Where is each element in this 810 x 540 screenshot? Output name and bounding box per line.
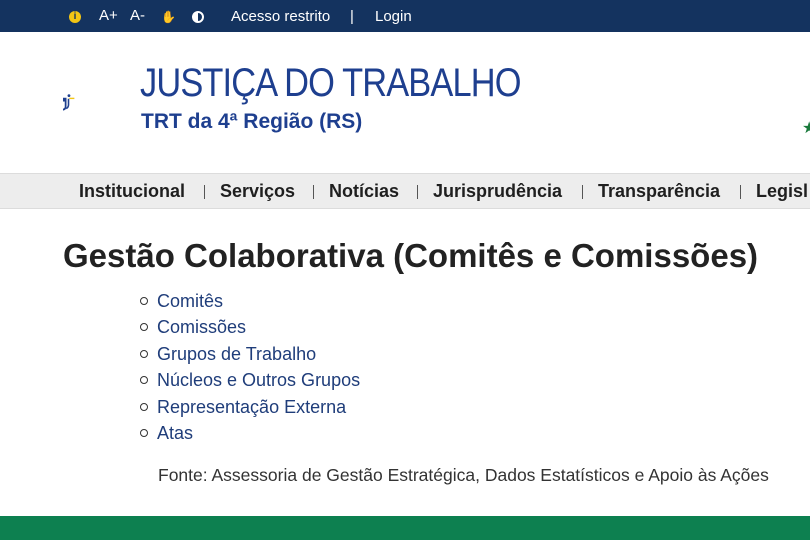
login-link[interactable]: Login <box>375 8 412 25</box>
nav-item-transparencia[interactable]: Transparência <box>598 181 720 202</box>
nav-item-noticias[interactable]: Notícias <box>329 181 399 202</box>
info-icon[interactable]: i <box>69 11 81 23</box>
trt-logo-mark-icon <box>63 94 75 111</box>
nav-divider <box>417 185 418 199</box>
nav-divider <box>204 185 205 199</box>
page-title: Gestão Colaborativa (Comitês e Comissões… <box>63 237 759 274</box>
acesso-restrito-link[interactable]: Acesso restrito <box>231 8 330 25</box>
bullet-icon <box>140 349 148 358</box>
nav-divider <box>313 185 314 199</box>
bullet-icon <box>140 297 148 305</box>
bullet-icon <box>140 376 148 385</box>
accessibility-icon[interactable]: ✋ <box>161 10 176 24</box>
source-note: Fonte: Assessoria de Gestão Estratégica,… <box>158 465 769 485</box>
nav-item-jurisprudencia[interactable]: Jurisprudência <box>433 181 562 202</box>
star-icon: ★ <box>802 120 810 137</box>
link-representacao-externa[interactable]: Representação Externa <box>157 396 346 418</box>
link-atas[interactable]: Atas <box>157 422 193 444</box>
bullet-icon <box>140 323 148 332</box>
nav-divider <box>740 185 741 199</box>
nav-item-servicos[interactable]: Serviços <box>220 181 295 202</box>
nav-item-institucional[interactable]: Institucional <box>79 181 185 202</box>
contrast-icon[interactable] <box>192 11 204 23</box>
nav-item-legislacao[interactable]: Legisl <box>756 181 808 202</box>
topbar-separator: | <box>350 8 354 25</box>
link-comites[interactable]: Comitês <box>157 290 223 312</box>
link-comissoes[interactable]: Comissões <box>157 316 246 338</box>
bullet-icon <box>140 428 148 437</box>
top-utility-bar: i A+ A- ✋ Acesso restrito | Login <box>0 0 810 32</box>
logo-title: JUSTIÇA DO TRABALHO <box>140 61 521 105</box>
font-decrease-button[interactable]: A- <box>130 8 145 23</box>
bullet-icon <box>140 402 148 411</box>
trt-logo[interactable] <box>63 55 133 150</box>
font-increase-button[interactable]: A+ <box>99 8 118 23</box>
nav-divider <box>582 185 583 199</box>
link-grupos-de-trabalho[interactable]: Grupos de Trabalho <box>157 343 316 365</box>
link-nucleos-e-outros-grupos[interactable]: Núcleos e Outros Grupos <box>157 369 360 391</box>
logo-subtitle: TRT da 4ª Região (RS) <box>141 110 363 133</box>
main-navigation: Institucional Serviços Notícias Jurispru… <box>0 173 810 209</box>
footer-band <box>0 516 810 540</box>
